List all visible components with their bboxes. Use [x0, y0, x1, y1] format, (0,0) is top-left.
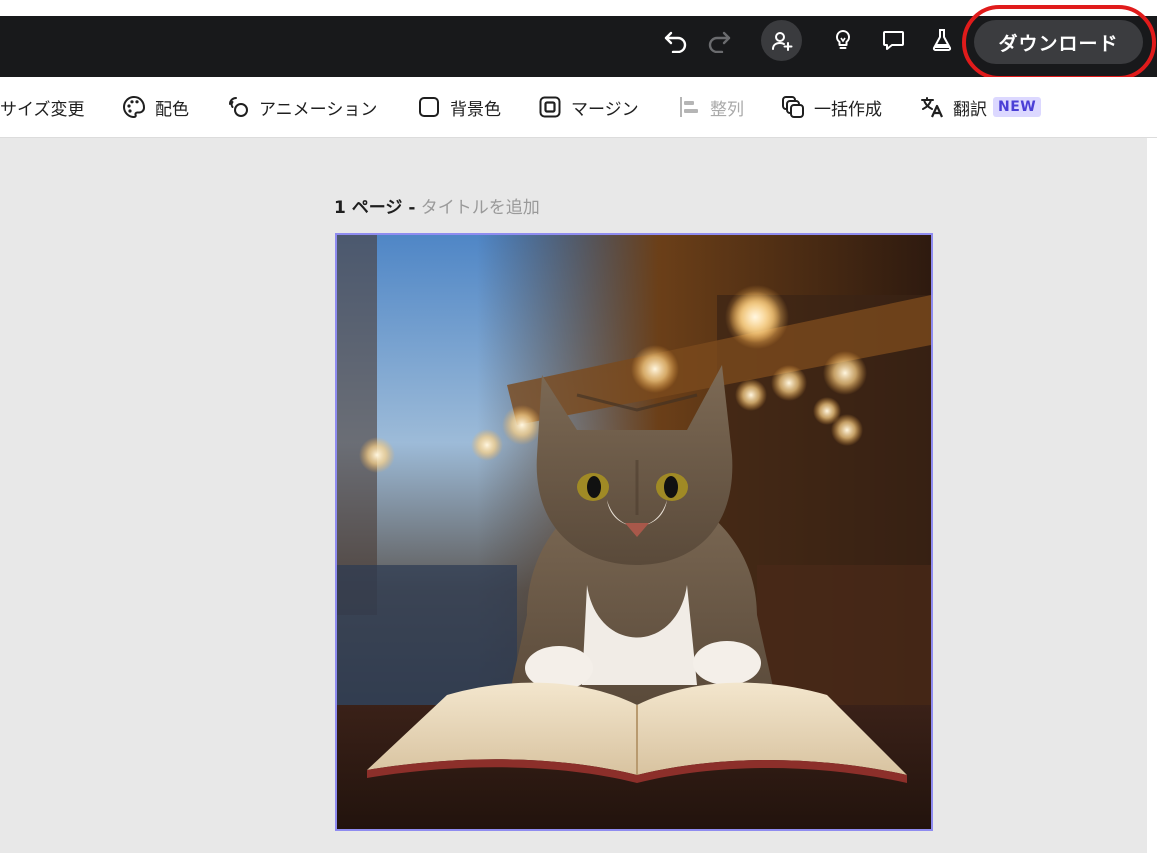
editor-toolbar: サイズ変更 配色 アニメーション 背景色 マージン 整列 一括作成 翻訳 NEW — [0, 77, 1157, 138]
page-title: 1 ページ - タイトルを追加 — [334, 193, 540, 218]
toolbar-item-background-color[interactable]: 背景色 — [417, 94, 501, 120]
download-button[interactable]: ダウンロード — [974, 20, 1143, 64]
translate-icon — [921, 97, 944, 118]
bulk-create-icon — [782, 96, 804, 118]
add-person-icon — [771, 31, 792, 51]
toolbar-item-label: アニメーション — [259, 99, 378, 120]
toolbar-item-label: 翻訳 — [953, 99, 987, 120]
toolbar-item-label: 整列 — [710, 99, 744, 120]
palette-icon — [123, 95, 146, 119]
toolbar-item-label: 配色 — [155, 99, 189, 120]
toolbar-item-color-palette[interactable]: 配色 — [122, 94, 189, 120]
add-collaborator-button[interactable] — [761, 20, 802, 61]
lightbulb-icon[interactable] — [829, 26, 857, 54]
toolbar-item-label: マージン — [571, 99, 639, 120]
toolbar-item-label: 背景色 — [450, 99, 501, 120]
page-number: 1 ページ - — [334, 198, 416, 218]
toolbar-item-translate[interactable]: 翻訳 NEW — [920, 94, 1042, 120]
toolbar-item-label: 一括作成 — [814, 99, 882, 120]
toolbar-item-margin[interactable]: マージン — [538, 94, 639, 120]
toolbar-item-align[interactable]: 整列 — [677, 94, 744, 120]
toolbar-item-bulk-create[interactable]: 一括作成 — [781, 94, 882, 120]
background-color-icon — [419, 97, 439, 117]
flask-icon[interactable] — [929, 26, 955, 54]
align-icon — [680, 97, 698, 117]
margin-icon — [539, 96, 561, 118]
toolbar-item-animation[interactable]: アニメーション — [226, 94, 377, 120]
add-title-input[interactable]: タイトルを追加 — [421, 198, 540, 218]
undo-icon[interactable] — [661, 25, 691, 55]
comment-icon[interactable] — [879, 26, 907, 54]
redo-icon[interactable] — [704, 25, 734, 55]
toolbar-item-label: サイズ変更 — [0, 99, 85, 120]
cat-reading-book-image[interactable] — [337, 235, 931, 829]
new-badge: NEW — [993, 97, 1042, 117]
animation-icon — [229, 97, 248, 117]
artboard-page[interactable] — [335, 233, 933, 831]
toolbar-item-resize[interactable]: サイズ変更 — [0, 94, 85, 120]
